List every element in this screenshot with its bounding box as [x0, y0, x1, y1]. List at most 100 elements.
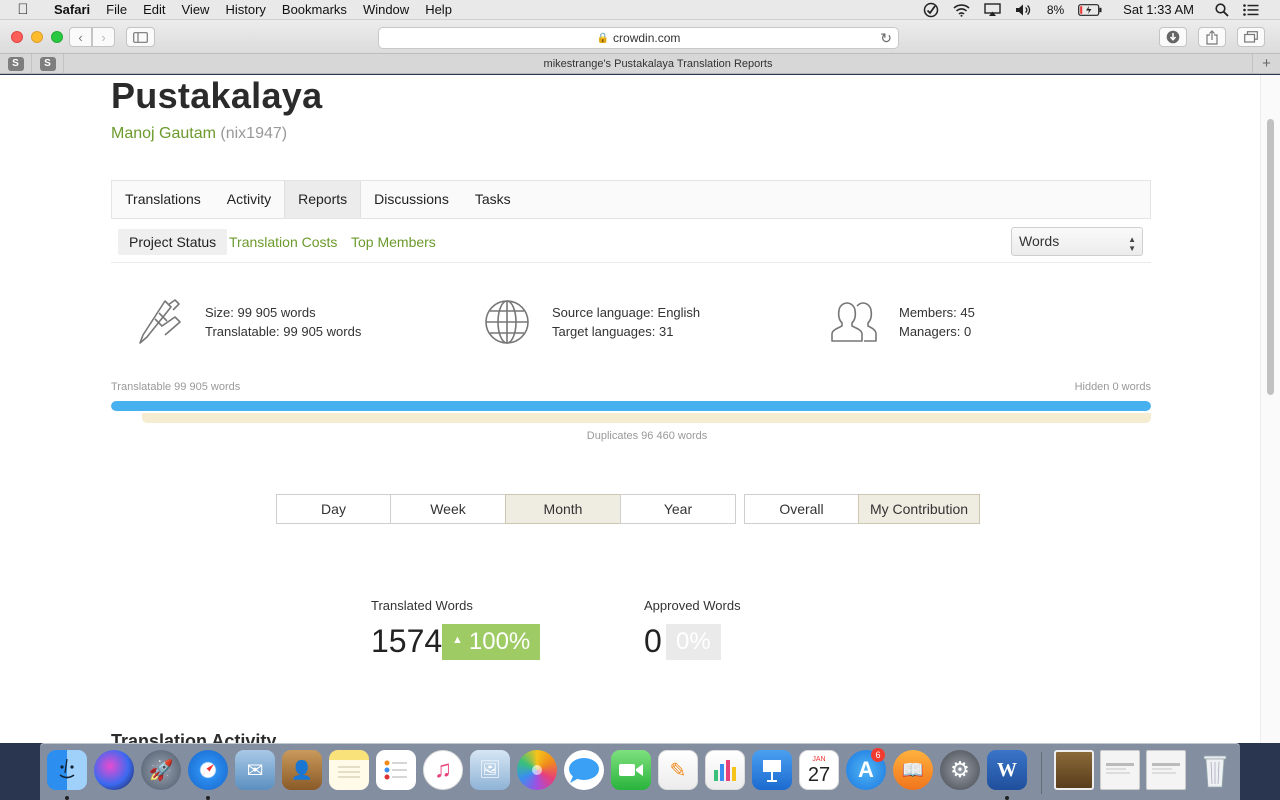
pages-icon[interactable]: ✎	[658, 750, 698, 790]
menu-app-name[interactable]: Safari	[46, 0, 98, 20]
menu-bookmarks[interactable]: Bookmarks	[274, 0, 355, 20]
translated-change-value: 100%	[468, 628, 531, 655]
pinned-tab-2[interactable]: S	[32, 53, 64, 74]
period-week-button[interactable]: Week	[390, 494, 506, 524]
preview-icon[interactable]: 🖼	[470, 750, 510, 790]
reminders-icon[interactable]	[376, 750, 416, 790]
menu-help[interactable]: Help	[417, 0, 460, 20]
duplicates-bar	[142, 413, 1151, 423]
period-month-button[interactable]: Month	[505, 494, 621, 524]
subtab-top-members[interactable]: Top Members	[351, 229, 436, 255]
tabs-overview-icon	[1244, 31, 1258, 43]
menu-file[interactable]: File	[98, 0, 135, 20]
checkmark-status-icon[interactable]	[916, 2, 946, 18]
spotlight-search-icon[interactable]	[1201, 2, 1236, 17]
finder-icon[interactable]	[47, 750, 87, 790]
forward-button[interactable]: ›	[92, 27, 115, 47]
tab-discussions[interactable]: Discussions	[361, 181, 462, 218]
translatable-label: Translatable 99 905 words	[111, 381, 241, 393]
ibooks-icon[interactable]: 📖	[893, 750, 933, 790]
share-button[interactable]	[1198, 27, 1226, 47]
menu-edit[interactable]: Edit	[135, 0, 173, 20]
word-icon[interactable]: W	[987, 750, 1027, 790]
safari-icon[interactable]	[188, 750, 228, 790]
tab-activity[interactable]: Activity	[214, 181, 284, 218]
scrollbar-thumb[interactable]	[1267, 119, 1274, 395]
photo-stack-icon[interactable]	[1054, 750, 1094, 790]
sidebar-toggle-button[interactable]	[126, 27, 155, 47]
translatable-progress-fill	[111, 401, 1151, 411]
approved-words-label: Approved Words	[644, 598, 741, 613]
section-title: Translation Activity	[111, 731, 277, 743]
scope-my-contribution-button[interactable]: My Contribution	[858, 494, 980, 524]
arrow-up-icon: ▲	[452, 633, 463, 646]
menu-history[interactable]: History	[217, 0, 273, 20]
browser-toolbar: ‹ › 🔒 crowdin.com ↻	[0, 20, 1280, 54]
contacts-icon[interactable]: 👤	[282, 750, 322, 790]
stat-managers-count: Managers: 0	[899, 324, 972, 339]
notes-icon[interactable]	[329, 750, 369, 790]
active-tab-title[interactable]: mikestrange's Pustakalaya Translation Re…	[64, 58, 1252, 70]
tab-translations[interactable]: Translations	[112, 181, 214, 218]
messages-icon[interactable]	[564, 750, 604, 790]
photos-icon[interactable]	[517, 750, 557, 790]
project-owner: Manoj Gautam (nix1947)	[111, 125, 287, 143]
launchpad-icon[interactable]: 🚀	[141, 750, 181, 790]
translation-activity-heading[interactable]: Translation Activity ⌄	[111, 731, 292, 743]
stat-members: Members: 45 Managers: 0	[829, 297, 975, 347]
keynote-icon[interactable]	[752, 750, 792, 790]
siri-icon[interactable]	[94, 750, 134, 790]
reload-icon[interactable]: ↻	[880, 30, 892, 47]
itunes-icon[interactable]: ♫	[423, 750, 463, 790]
translated-words-value: 1574	[371, 623, 443, 659]
downloads-button[interactable]	[1159, 27, 1187, 47]
stat-size: Size: 99 905 words Translatable: 99 905 …	[135, 297, 361, 347]
new-tab-button[interactable]: +	[1252, 53, 1280, 74]
mail-icon[interactable]: ✉	[235, 750, 275, 790]
notification-center-icon[interactable]	[1236, 3, 1266, 16]
stat-translatable-text: Translatable: 99 905 words	[205, 324, 362, 339]
select-arrows-icon: ▲ ▼	[1128, 235, 1136, 253]
window-minimize-button[interactable]	[31, 31, 43, 43]
clock[interactable]: Sat 1:33 AM	[1109, 2, 1201, 17]
unit-select-value: Words	[1019, 233, 1060, 249]
period-year-button[interactable]: Year	[620, 494, 736, 524]
window-zoom-button[interactable]	[51, 31, 63, 43]
screenshot-icon[interactable]	[1146, 750, 1186, 790]
apple-menu-icon[interactable]: 	[0, 1, 46, 18]
battery-icon[interactable]	[1071, 3, 1109, 16]
volume-icon[interactable]	[1008, 3, 1040, 17]
period-day-button[interactable]: Day	[276, 494, 391, 524]
scope-overall-button[interactable]: Overall	[744, 494, 859, 524]
airplay-icon[interactable]	[977, 2, 1008, 17]
facetime-icon[interactable]	[611, 750, 651, 790]
stat-languages: Source language: English Target language…	[482, 297, 700, 347]
menu-window[interactable]: Window	[355, 0, 417, 20]
trash-icon[interactable]	[1195, 750, 1235, 790]
window-close-button[interactable]	[11, 31, 23, 43]
tab-reports[interactable]: Reports	[284, 181, 362, 218]
tab-tasks[interactable]: Tasks	[462, 181, 524, 218]
wifi-icon[interactable]	[946, 3, 977, 17]
back-button[interactable]: ‹	[69, 27, 92, 47]
pinned-tab-1[interactable]: S	[0, 53, 32, 74]
page-scrollbar[interactable]	[1260, 75, 1280, 743]
subtab-project-status[interactable]: Project Status	[118, 229, 228, 255]
owner-handle: (nix1947)	[220, 125, 288, 142]
owner-name-link[interactable]: Manoj Gautam	[111, 125, 216, 142]
address-bar[interactable]: 🔒 crowdin.com ↻	[378, 27, 899, 49]
subtab-translation-costs[interactable]: Translation Costs	[229, 229, 337, 255]
battery-percentage: 8%	[1046, 2, 1065, 17]
calendar-icon[interactable]: JAN 27	[799, 750, 839, 790]
menu-view[interactable]: View	[174, 0, 218, 20]
unit-select[interactable]: Words ▲ ▼	[1011, 227, 1143, 256]
running-indicator	[1005, 796, 1009, 800]
lock-icon: 🔒	[596, 32, 610, 44]
show-tabs-button[interactable]	[1237, 27, 1265, 47]
chevron-left-icon: ‹	[78, 29, 83, 45]
app-store-notification-badge: 6	[871, 748, 885, 762]
project-nav-tabs: Translations Activity Reports Discussion…	[111, 180, 1151, 219]
system-preferences-icon[interactable]: ⚙	[940, 750, 980, 790]
screenshot-icon[interactable]	[1100, 750, 1140, 790]
numbers-icon[interactable]	[705, 750, 745, 790]
